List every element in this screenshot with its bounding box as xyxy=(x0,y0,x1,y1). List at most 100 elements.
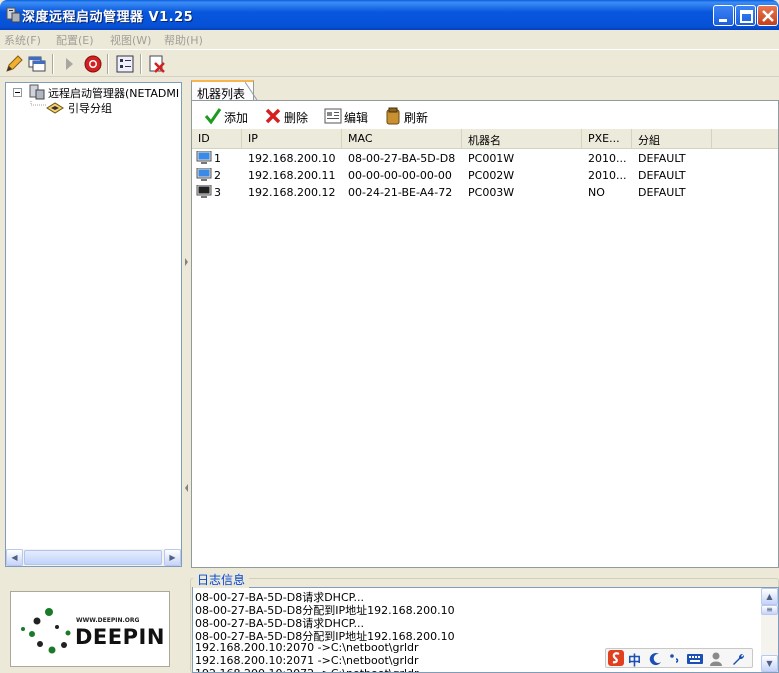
column-header-pxe[interactable]: PXE... xyxy=(582,129,632,148)
punctuation-icon[interactable] xyxy=(668,651,682,665)
tree-child-label[interactable]: 引导分组 xyxy=(68,100,112,116)
edit-button[interactable]: 编辑 xyxy=(324,107,376,125)
cell-mac: 00-00-00-00-00-00 xyxy=(348,169,452,182)
cell-id: 3 xyxy=(214,186,221,199)
menu-bar: 系统(F) 配置(E) 视图(W) 帮助(H) xyxy=(0,30,779,48)
exit-icon xyxy=(149,55,165,73)
app-icon xyxy=(6,7,21,23)
edit-tool-button[interactable] xyxy=(3,53,25,75)
log-line: 192.168.200.10:2071 ->C:\netboot\grldr xyxy=(195,654,419,667)
scroll-up-icon[interactable]: ▲ xyxy=(761,588,778,605)
play-arrow-icon xyxy=(66,58,73,70)
logo-url-text: WWW.DEEPIN.ORG xyxy=(76,617,140,624)
column-header-id[interactable]: ID xyxy=(192,129,242,148)
refresh-label: 刷新 xyxy=(404,111,429,125)
pencil-icon xyxy=(6,55,23,72)
delete-button[interactable]: 删除 xyxy=(264,107,316,125)
tree-collapse-toggle[interactable] xyxy=(13,88,22,97)
panel-splitter[interactable] xyxy=(183,82,190,567)
maximize-icon xyxy=(740,10,753,23)
log-vertical-scrollbar[interactable]: ▲ ≡ ▼ xyxy=(761,588,778,672)
scroll-left-icon[interactable]: ◀ xyxy=(6,549,23,566)
cell-group: DEFAULT xyxy=(638,152,686,165)
sogou-logo-icon xyxy=(608,650,624,666)
cell-group: DEFAULT xyxy=(638,169,686,182)
edit-label: 编辑 xyxy=(344,111,369,125)
toolbar-separator xyxy=(140,54,142,74)
column-header-name[interactable]: 机器名 xyxy=(462,129,582,148)
scroll-thumb[interactable] xyxy=(24,550,162,565)
toolbar-separator xyxy=(107,54,109,74)
stop-icon xyxy=(84,55,102,73)
half-width-moon-icon[interactable] xyxy=(649,652,663,666)
table-row[interactable]: 3 192.168.200.12 00-24-21-BE-A4-72 PC003W NO… xyxy=(192,184,778,201)
menu-view[interactable]: 视图(W) xyxy=(110,32,151,48)
tree-horizontal-scrollbar[interactable]: ◀ ▶ xyxy=(6,549,181,566)
close-button[interactable] xyxy=(757,5,778,26)
keyboard-icon[interactable] xyxy=(686,652,704,666)
cell-pxe: 2010... xyxy=(588,152,627,165)
computer-icon xyxy=(196,185,212,198)
refresh-button[interactable]: 刷新 xyxy=(384,107,436,125)
delete-label: 删除 xyxy=(284,111,309,125)
menu-system[interactable]: 系统(F) xyxy=(4,32,41,48)
cell-mac: 00-24-21-BE-A4-72 xyxy=(348,186,453,199)
cell-mac: 08-00-27-BA-5D-D8 xyxy=(348,152,456,165)
properties-button[interactable] xyxy=(114,53,136,75)
action-bar: 添加 删除 编辑 刷新 xyxy=(192,103,778,129)
cell-ip: 192.168.200.11 xyxy=(248,169,336,182)
wrench-icon[interactable] xyxy=(730,651,746,667)
window-tool-button[interactable] xyxy=(26,53,48,75)
table-row[interactable]: 2 192.168.200.11 00-00-00-00-00-00 PC002W 20… xyxy=(192,167,778,184)
tab-slant xyxy=(245,81,258,101)
tree-panel[interactable]: 远程启动管理器(NETADMI 引导分组 ◀ ▶ xyxy=(5,82,182,567)
edit-form-icon xyxy=(324,108,342,124)
logo-brand-text: DEEPIN xyxy=(75,625,165,649)
cell-ip: 192.168.200.12 xyxy=(248,186,336,199)
menu-config[interactable]: 配置(E) xyxy=(56,32,94,48)
cell-name: PC002W xyxy=(468,169,515,182)
user-icon[interactable] xyxy=(709,651,723,667)
log-line: 192.168.200.10:2072 ->C:\netboot\grldr xyxy=(195,667,419,672)
toolbar-separator xyxy=(52,54,54,74)
close-icon xyxy=(762,10,774,22)
scroll-right-icon[interactable]: ▶ xyxy=(164,549,181,566)
cell-name: PC003W xyxy=(468,186,515,199)
delete-x-icon xyxy=(265,108,281,124)
server-icon xyxy=(29,84,45,100)
windows-icon xyxy=(28,56,46,72)
tree-root-label[interactable]: 远程启动管理器(NETADMI xyxy=(48,85,179,101)
ime-toolbar[interactable]: 中 xyxy=(605,648,753,669)
maximize-button[interactable] xyxy=(735,5,756,26)
machine-list-panel: 添加 删除 编辑 刷新 ID IP MAC 机器名 PXE... 分組 1 192… xyxy=(191,100,779,568)
cell-id: 2 xyxy=(214,169,221,182)
column-header-mac[interactable]: MAC xyxy=(342,129,462,148)
column-header-ip[interactable]: IP xyxy=(242,129,342,148)
cell-ip: 192.168.200.10 xyxy=(248,152,336,165)
scroll-thumb[interactable]: ≡ xyxy=(761,605,778,615)
title-bar[interactable]: 深度远程启动管理器 V1.25 xyxy=(0,0,779,30)
menu-help[interactable]: 帮助(H) xyxy=(164,32,203,48)
checkmark-icon xyxy=(204,108,222,125)
ime-mode-chinese[interactable]: 中 xyxy=(628,650,641,669)
minimize-button[interactable] xyxy=(713,5,734,26)
stop-button[interactable] xyxy=(82,53,104,75)
exit-button[interactable] xyxy=(146,53,168,75)
column-header-group[interactable]: 分組 xyxy=(632,129,712,148)
splitter-grip xyxy=(185,258,188,492)
computer-icon xyxy=(196,151,212,164)
cell-group: DEFAULT xyxy=(638,186,686,199)
log-title: 日志信息 xyxy=(193,571,250,588)
start-button[interactable] xyxy=(58,53,80,75)
machine-table-header: ID IP MAC 机器名 PXE... 分組 xyxy=(192,129,778,149)
add-button[interactable]: 添加 xyxy=(204,107,256,125)
cell-pxe: NO xyxy=(588,186,605,199)
boot-group-icon xyxy=(46,102,64,114)
refresh-jar-icon xyxy=(386,107,400,125)
deepin-logo: WWW.DEEPIN.ORG DEEPIN xyxy=(10,591,170,667)
table-row[interactable]: 1 192.168.200.10 08-00-27-BA-5D-D8 PC001W 20… xyxy=(192,150,778,167)
add-label: 添加 xyxy=(224,111,249,125)
window-title: 深度远程启动管理器 V1.25 xyxy=(22,10,194,25)
cell-name: PC001W xyxy=(468,152,515,165)
scroll-down-icon[interactable]: ▼ xyxy=(761,655,778,672)
